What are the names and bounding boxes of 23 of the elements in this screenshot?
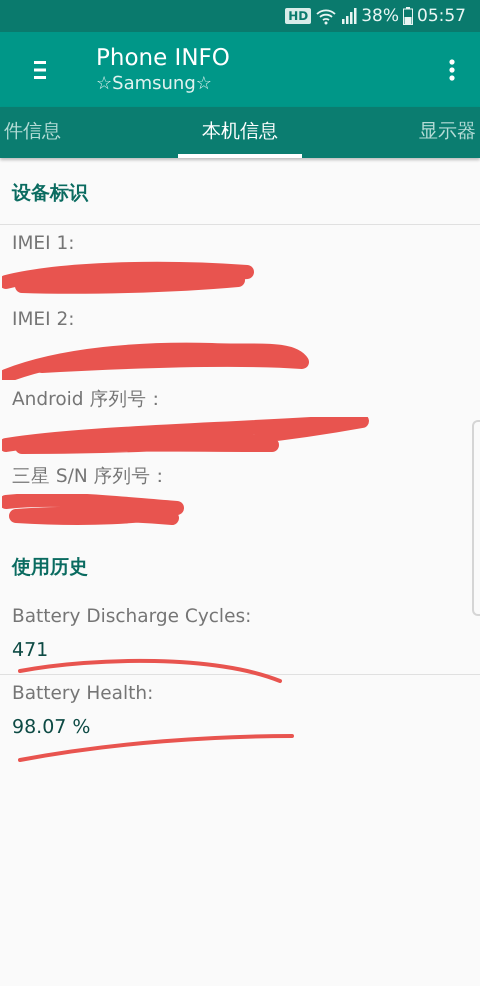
field-label: 三星 S/N 序列号： <box>12 465 171 488</box>
field-label: Battery Health: <box>12 683 154 704</box>
tab[interactable]: 显示器 <box>415 107 480 158</box>
menu-icon <box>34 60 46 80</box>
field-label: IMEI 2: <box>12 309 76 330</box>
section-title: 设备标识 <box>10 181 90 206</box>
signal-icon <box>341 7 358 25</box>
battery-icon <box>403 7 413 25</box>
section-title: 使用历史 <box>10 555 89 580</box>
tab[interactable]: 本机信息 <box>178 107 302 158</box>
field-label: Battery Discharge Cycles: <box>12 606 252 627</box>
field-label: Android 序列号： <box>12 388 166 411</box>
hd-badge: HD <box>285 8 312 24</box>
app-title: Phone INFO <box>96 45 231 71</box>
battery-percent: 38% <box>361 6 399 26</box>
value-text: 471 <box>12 639 50 661</box>
app-subtitle: ☆Samsung☆ <box>96 73 213 94</box>
clock: 05:57 <box>417 6 466 26</box>
wifi-icon <box>315 7 338 25</box>
field-label: IMEI 1: <box>12 233 76 254</box>
more-icon <box>449 58 455 80</box>
tab[interactable]: 件信息 <box>0 107 65 158</box>
value-text: 98.07 % <box>12 716 92 738</box>
